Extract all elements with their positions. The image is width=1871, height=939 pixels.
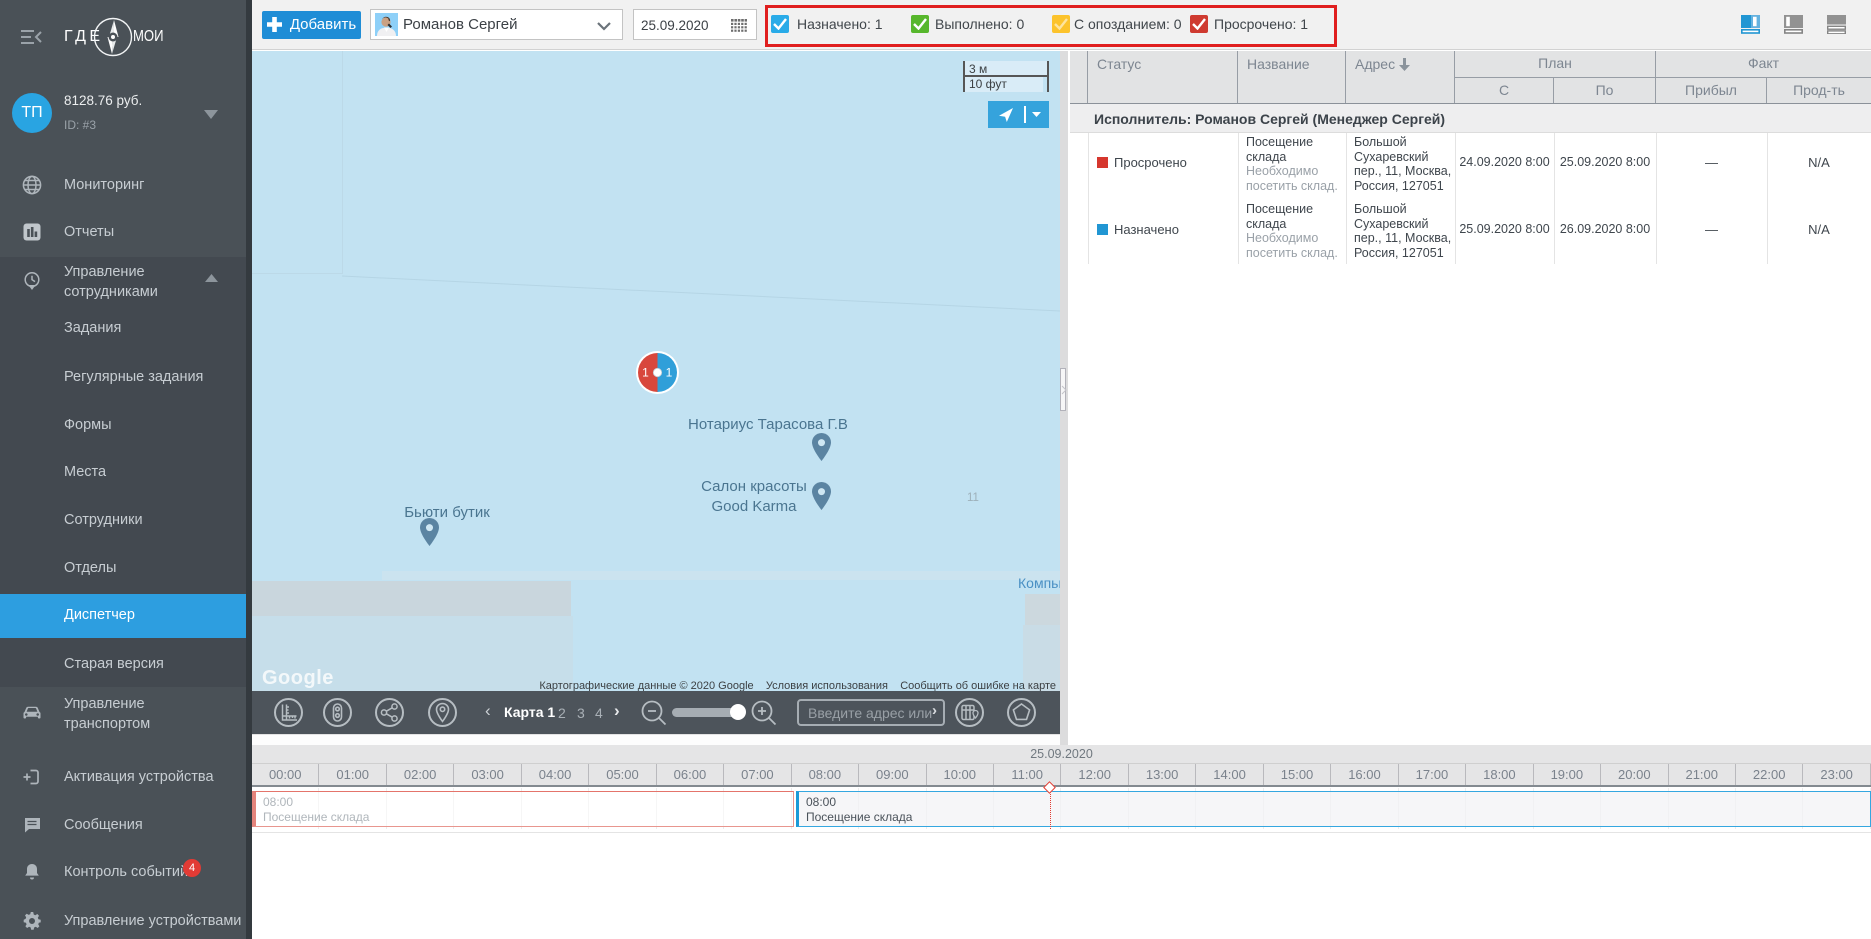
svg-text:1: 1 xyxy=(642,366,649,380)
svg-text:1: 1 xyxy=(666,366,673,380)
